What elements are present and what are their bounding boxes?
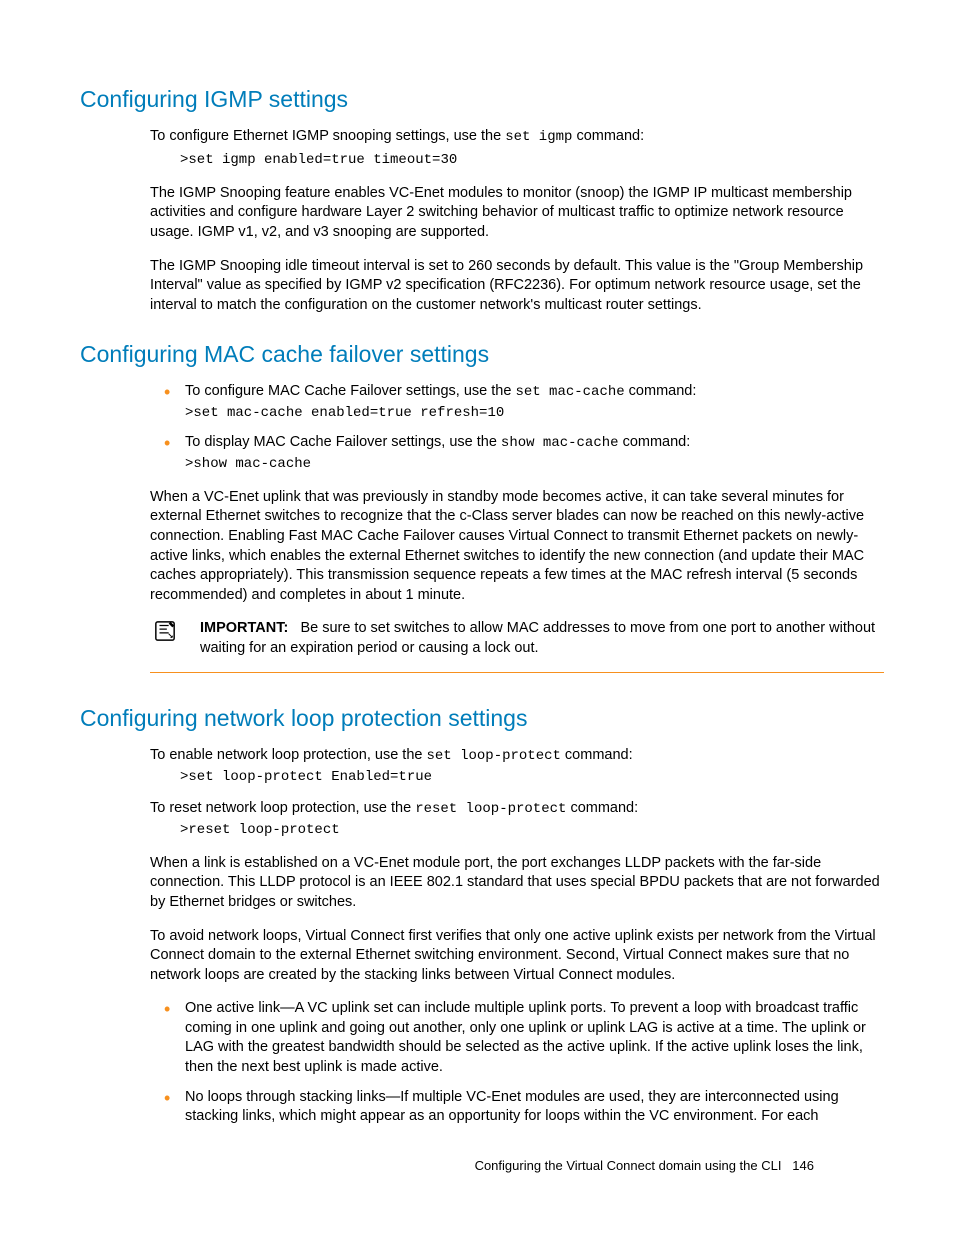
loop-intro1-tail: command: (561, 747, 633, 763)
mac-b1-code: >set mac-cache enabled=true refresh=10 (185, 404, 884, 423)
loop-intro2-cmd: reset loop-protect (415, 801, 566, 817)
document-page: Configuring IGMP settings To configure E… (80, 84, 884, 1219)
igmp-paragraph-1: The IGMP Snooping feature enables VC-Ene… (150, 184, 884, 243)
page-footer: Configuring the Virtual Connect domain u… (475, 1157, 814, 1175)
igmp-intro: To configure Ethernet IGMP snooping sett… (150, 127, 884, 147)
footer-text: Configuring the Virtual Connect domain u… (475, 1158, 782, 1173)
loop-intro1-cmd: set loop-protect (426, 748, 560, 764)
mac-b1-text: To configure MAC Cache Failover settings… (185, 383, 515, 399)
important-text-block: IMPORTANT: Be sure to set switches to al… (194, 619, 884, 658)
heading-mac: Configuring MAC cache failover settings (80, 339, 884, 370)
important-body: Be sure to set switches to allow MAC add… (200, 620, 875, 656)
mac-bullet-list: To configure MAC Cache Failover settings… (150, 382, 884, 474)
heading-igmp: Configuring IGMP settings (80, 84, 884, 115)
heading-loop: Configuring network loop protection sett… (80, 703, 884, 734)
mac-b2-code: >show mac-cache (185, 455, 884, 474)
loop-intro2: To reset network loop protection, use th… (150, 799, 884, 819)
mac-paragraph-1: When a VC-Enet uplink that was previousl… (150, 488, 884, 605)
loop-cmd2: >reset loop-protect (180, 821, 884, 840)
footer-page: 146 (792, 1158, 814, 1173)
mac-bullet-2: To display MAC Cache Failover settings, … (150, 433, 884, 474)
loop-bullet-1: One active link—A VC uplink set can incl… (150, 999, 884, 1077)
loop-intro1: To enable network loop protection, use t… (150, 746, 884, 766)
igmp-paragraph-2: The IGMP Snooping idle timeout interval … (150, 257, 884, 316)
loop-paragraph-1: When a link is established on a VC-Enet … (150, 854, 884, 913)
important-icon (150, 619, 194, 658)
loop-intro2-tail: command: (566, 800, 638, 816)
igmp-intro-tail: command: (572, 128, 644, 144)
mac-bullet-1: To configure MAC Cache Failover settings… (150, 382, 884, 423)
mac-b2-cmd: show mac-cache (501, 435, 619, 451)
important-label: IMPORTANT: (200, 620, 288, 636)
mac-b2-text: To display MAC Cache Failover settings, … (185, 434, 501, 450)
loop-bullet-2: No loops through stacking links—If multi… (150, 1088, 884, 1127)
loop-bullet-list: One active link—A VC uplink set can incl… (150, 999, 884, 1126)
important-callout: IMPORTANT: Be sure to set switches to al… (150, 619, 884, 673)
mac-b2-tail: command: (619, 434, 691, 450)
igmp-intro-cmd: set igmp (505, 129, 572, 145)
loop-intro1-text: To enable network loop protection, use t… (150, 747, 426, 763)
loop-cmd1: >set loop-protect Enabled=true (180, 768, 884, 787)
mac-b1-cmd: set mac-cache (515, 384, 624, 400)
igmp-intro-text: To configure Ethernet IGMP snooping sett… (150, 128, 505, 144)
igmp-command: >set igmp enabled=true timeout=30 (180, 151, 884, 170)
mac-b1-tail: command: (625, 383, 697, 399)
loop-paragraph-2: To avoid network loops, Virtual Connect … (150, 927, 884, 986)
loop-intro2-text: To reset network loop protection, use th… (150, 800, 415, 816)
